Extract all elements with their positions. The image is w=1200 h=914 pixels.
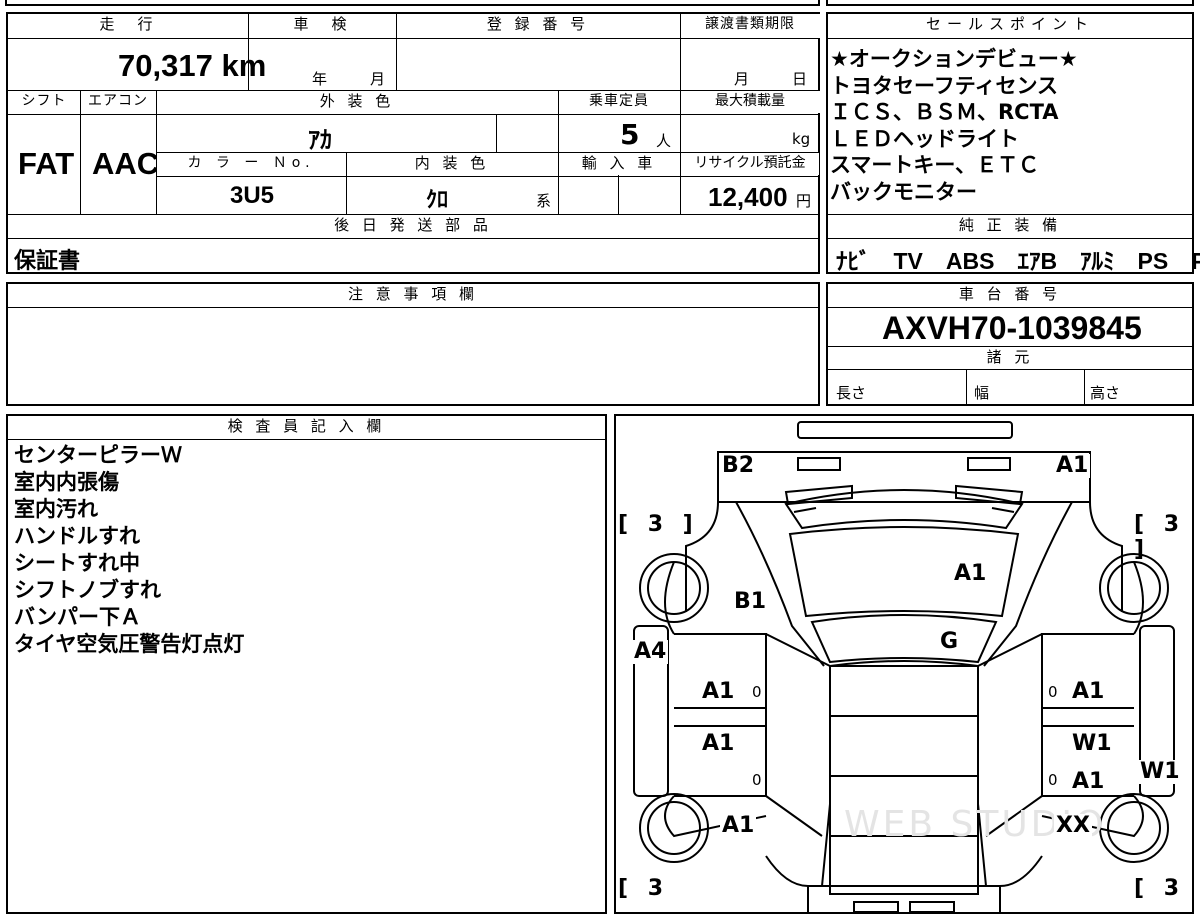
inspector-note: ハンドルすれ	[14, 524, 140, 548]
top-cropped-strip-right	[826, 0, 1194, 6]
inspector-note: シートすれ中	[14, 551, 140, 575]
recycle-value: 12,400	[708, 182, 788, 212]
capacity-header: 乗車定員	[558, 91, 680, 113]
recycle-unit: 円	[796, 192, 812, 210]
later-parts-header: 後 日 発 送 部 品	[8, 215, 818, 237]
ac-value: AAC	[92, 146, 160, 181]
later-parts-value: 保証書	[14, 249, 81, 274]
chassis-box: 車 台 番 号 AXVH70-1039845 諸 元 長さ 幅 高さ	[826, 282, 1194, 406]
cautions-box: 注 意 事 項 欄	[6, 282, 820, 406]
shift-value: FAT	[18, 146, 75, 181]
inspector-header: 検 査 員 記 入 欄	[8, 416, 605, 439]
maxload-unit: kg	[792, 130, 811, 148]
ac-header: エアコン	[80, 91, 156, 113]
damage-right-fender: XX	[1054, 813, 1092, 838]
damage-rear-right: A1	[1054, 453, 1091, 478]
inspector-note: シフトノブすれ	[14, 578, 161, 602]
sales-points-list: ★オークションデビュー★ トヨタセーフティセンス ＩＣＳ、ＢＳＭ、RCTA ＬＥ…	[830, 46, 1078, 205]
damage-right-front-door-w: W1	[1070, 731, 1114, 756]
damage-trunk: A1	[952, 561, 989, 586]
chassis-header: 車 台 番 号	[828, 284, 1192, 307]
inspection-header: 車 検	[248, 14, 396, 38]
transfer-day: 日	[792, 70, 808, 88]
top-cropped-strip	[5, 0, 820, 6]
damage-left-rear-door: A1	[700, 679, 737, 704]
inspection-month: 月	[370, 70, 386, 88]
equipment-header: 純 正 装 備	[828, 215, 1192, 237]
tyre-grade-bl: [ 3	[618, 876, 670, 901]
maxload-header: 最大積載量	[680, 91, 820, 113]
exterior-value: ｱｶ	[308, 126, 332, 154]
sales-point-line: ＩＣＳ、ＢＳＭ、RCTA	[830, 100, 1059, 124]
sales-point-line: ＬＥＤヘッドライト	[830, 126, 1019, 151]
zero-mark: 0	[1048, 771, 1058, 789]
exterior-header: 外 装 色	[156, 91, 558, 113]
inspector-note: 室内内張傷	[14, 470, 119, 494]
color-no-value: 3U5	[230, 182, 275, 209]
capacity-unit: 人	[656, 132, 672, 150]
inspector-box: 検 査 員 記 入 欄 センターピラーＷ 室内内張傷 室内汚れ ハンドルすれ シ…	[6, 414, 607, 914]
damage-left-fender: A1	[720, 813, 757, 838]
damage-left-sill: A4	[632, 639, 669, 664]
tyre-grade-tr: [ 3 ]	[1134, 512, 1186, 562]
spec-width: 幅	[974, 384, 990, 402]
vehicle-info-table: 走 行 車 検 登 録 番 号 譲渡書類期限 70,317 km 年 月 月 日…	[6, 12, 820, 274]
transfer-month: 月	[734, 70, 750, 88]
sales-point-line: トヨタセーフティセンス	[830, 73, 1059, 98]
transfer-header: 譲渡書類期限	[680, 14, 820, 38]
equipment-value: ﾅﾋﾞ TV ABS ｴｱB ｱﾙﾐ PS PW	[836, 248, 1200, 274]
shift-header: シフト	[8, 91, 80, 113]
inspector-notes: センターピラーＷ 室内内張傷 室内汚れ ハンドルすれ シートすれ中 シフトノブす…	[14, 442, 244, 658]
tyre-grade-br: [ 3	[1134, 876, 1186, 901]
spec-height: 高さ	[1090, 384, 1121, 402]
capacity-value: 5	[620, 118, 640, 151]
mileage-header: 走 行	[8, 14, 248, 38]
damage-rear-glass: G	[938, 629, 961, 654]
interior-value: ｸﾛ	[426, 188, 449, 213]
car-diagram-box: WEB STUDIO [ 3 ] [ 3 ] [ 3 [ 3 B2 A1 A1 …	[614, 414, 1194, 914]
damage-left-quarter: B1	[732, 589, 769, 614]
zero-mark: 0	[752, 771, 762, 789]
inspector-note: 室内汚れ	[14, 497, 98, 521]
sales-point-line: スマートキー、ＥＴＣ	[830, 153, 1040, 177]
sales-point-line: バックモニター	[830, 179, 977, 204]
sales-points-header: セールスポイント	[828, 14, 1192, 38]
inspector-note: バンパー下Ａ	[14, 605, 142, 629]
inspection-year: 年	[312, 70, 328, 88]
damage-right-front-door: A1	[1070, 769, 1107, 794]
registration-header: 登 録 番 号	[396, 14, 680, 38]
damage-rear-left: B2	[720, 453, 757, 478]
color-no-header: カ ラ ー Ｎo.	[157, 153, 345, 175]
sales-point-line: ★オークションデビュー★	[830, 47, 1078, 71]
damage-right-sill: W1	[1138, 759, 1182, 784]
interior-header: 内 装 色	[346, 153, 558, 175]
damage-left-front-door: A1	[700, 731, 737, 756]
interior-suffix: 系	[536, 192, 552, 210]
chassis-number: AXVH70-1039845	[882, 310, 1142, 346]
sales-points-box: セールスポイント ★オークションデビュー★ トヨタセーフティセンス ＩＣＳ、ＢＳ…	[826, 12, 1200, 274]
inspector-note: タイヤ空気圧警告灯点灯	[14, 632, 245, 656]
inspector-note: センターピラーＷ	[14, 443, 182, 467]
spec-length: 長さ	[836, 384, 867, 402]
mileage-value: 70,317 km	[118, 48, 267, 83]
zero-mark: 0	[1048, 683, 1058, 701]
zero-mark: 0	[752, 683, 762, 701]
cautions-header: 注 意 事 項 欄	[8, 284, 818, 307]
tyre-grade-tl: [ 3 ]	[618, 512, 699, 537]
damage-right-rear-door: A1	[1070, 679, 1107, 704]
recycle-header: リサイクル預託金	[681, 153, 819, 175]
specs-header: 諸 元	[828, 347, 1192, 369]
import-header: 輸 入 車	[559, 153, 679, 175]
